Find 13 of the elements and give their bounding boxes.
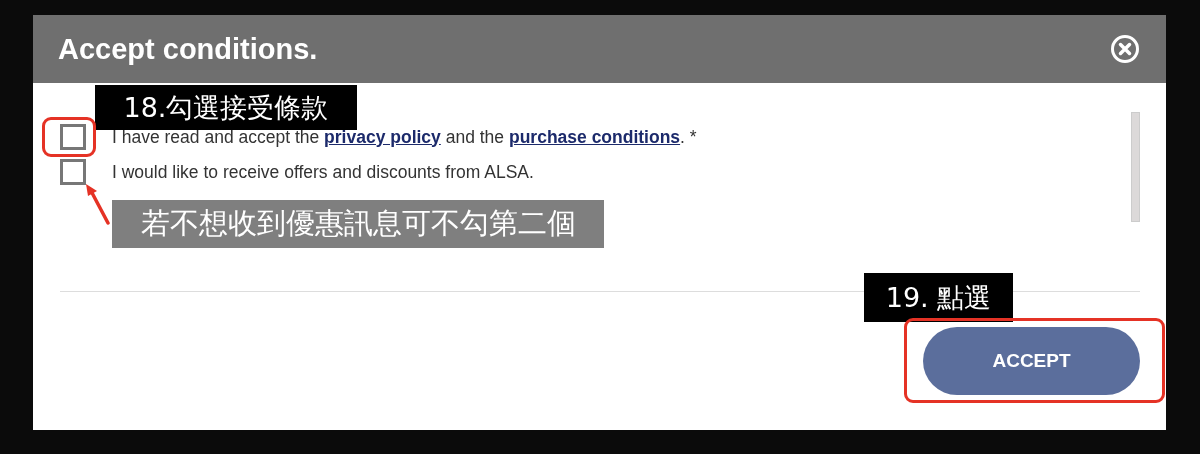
- link[interactable]: purchase conditions: [508, 126, 681, 147]
- checkbox[interactable]: [60, 159, 86, 185]
- highlight-frame: [42, 117, 96, 157]
- annotation-label: 19. 點選: [864, 273, 1013, 322]
- scrollbar[interactable]: [1131, 112, 1140, 222]
- annotation-note: 若不想收到優惠訊息可不勾第二個: [112, 200, 604, 248]
- annotation-label: 18.勾選接受條款: [95, 85, 357, 130]
- dialog-title: Accept conditions.: [58, 32, 318, 66]
- close-icon[interactable]: [1110, 34, 1140, 64]
- arrow-icon: [84, 183, 112, 225]
- checkbox-label: I would like to receive offers and discounts from ALSA.: [112, 161, 534, 183]
- checkbox[interactable]: [60, 124, 86, 150]
- accept-button[interactable]: ACCEPT: [923, 327, 1140, 395]
